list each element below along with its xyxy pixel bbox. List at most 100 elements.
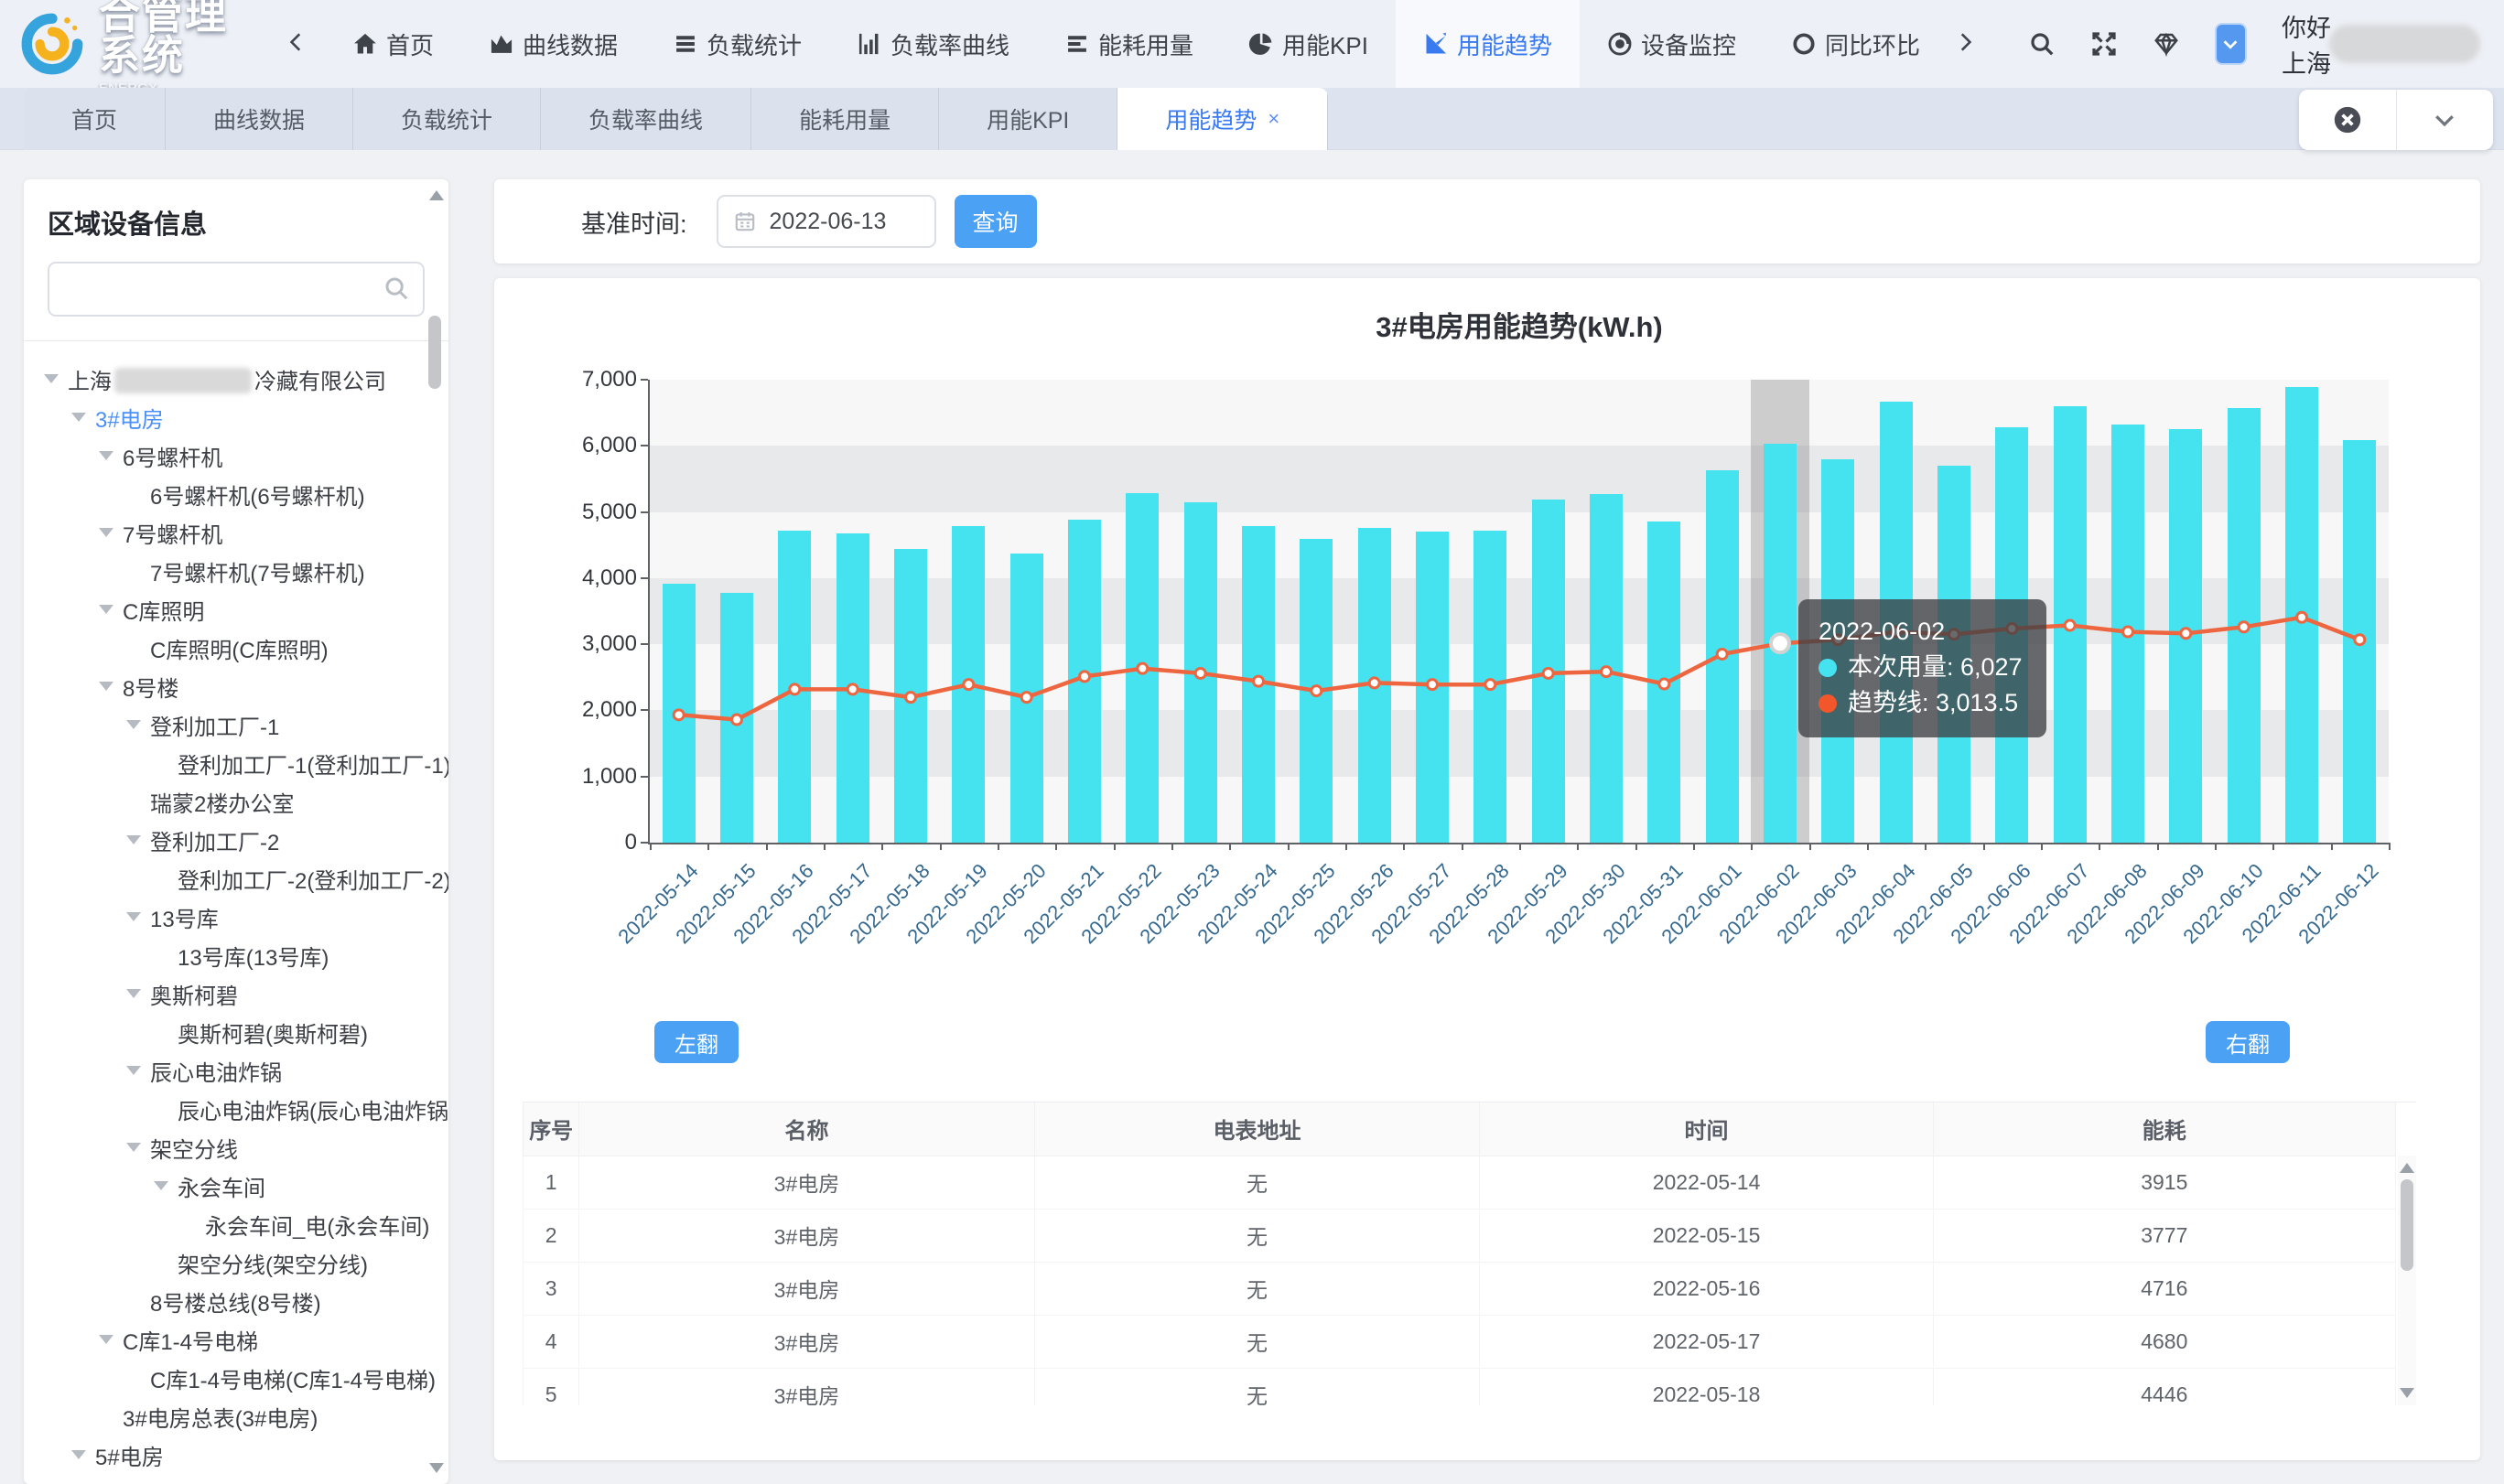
page-right-button[interactable]: 右翻: [2206, 1021, 2290, 1063]
bar-2022-05-17[interactable]: [836, 533, 869, 843]
tree-node-8[interactable]: 8号楼: [31, 667, 448, 705]
bar-2022-06-12[interactable]: [2343, 440, 2376, 843]
caret-down-icon[interactable]: [154, 1181, 168, 1190]
tree-node-28[interactable]: 5#电房: [31, 1436, 448, 1474]
query-button[interactable]: 查询: [955, 195, 1037, 248]
caret-down-icon[interactable]: [99, 528, 113, 537]
tree-node-4[interactable]: 7号螺杆机: [31, 513, 448, 552]
caret-down-icon[interactable]: [126, 989, 141, 998]
bar-2022-05-29[interactable]: [1532, 500, 1565, 843]
tree-node-26[interactable]: C库1-4号电梯(C库1-4号电梯): [31, 1359, 448, 1397]
nav-item-1[interactable]: 曲线数据: [461, 0, 645, 88]
bar-2022-05-21[interactable]: [1068, 520, 1101, 843]
scroll-up-icon[interactable]: [429, 190, 444, 200]
tree-node-12[interactable]: 登利加工厂-2: [31, 821, 448, 859]
tab-4[interactable]: 能耗用量: [751, 88, 939, 150]
user-dropdown-button[interactable]: [2215, 23, 2247, 65]
nav-item-2[interactable]: 负载统计: [645, 0, 829, 88]
tree-node-11[interactable]: 瑞蒙2楼办公室: [31, 782, 448, 821]
search-icon[interactable]: [2028, 30, 2056, 58]
caret-down-icon[interactable]: [44, 374, 59, 383]
bar-2022-05-27[interactable]: [1416, 532, 1449, 843]
tree-node-15[interactable]: 13号库(13号库): [31, 936, 448, 974]
bar-2022-05-20[interactable]: [1010, 554, 1043, 843]
tree-node-13[interactable]: 登利加工厂-2(登利加工厂-2): [31, 859, 448, 898]
tree-node-22[interactable]: 永会车间_电(永会车间): [31, 1205, 448, 1243]
scrollbar-thumb[interactable]: [428, 316, 441, 389]
bar-2022-05-14[interactable]: [663, 584, 696, 843]
bar-2022-06-07[interactable]: [2054, 406, 2087, 843]
base-date-input[interactable]: 2022-06-13: [717, 195, 936, 248]
nav-item-7[interactable]: 设备监控: [1580, 0, 1764, 88]
caret-down-icon[interactable]: [126, 720, 141, 729]
caret-down-icon[interactable]: [71, 413, 86, 422]
tab-0[interactable]: 首页: [24, 88, 166, 150]
scroll-down-icon[interactable]: [429, 1463, 444, 1473]
tree-node-27[interactable]: 3#电房总表(3#电房): [31, 1397, 448, 1436]
caret-down-icon[interactable]: [126, 912, 141, 921]
bar-2022-05-24[interactable]: [1242, 526, 1275, 843]
tree-node-3[interactable]: 6号螺杆机(6号螺杆机): [31, 475, 448, 513]
tree-node-23[interactable]: 架空分线(架空分线): [31, 1243, 448, 1282]
tab-2[interactable]: 负载统计: [353, 88, 541, 150]
bar-2022-06-02[interactable]: [1764, 444, 1797, 843]
tree-node-7[interactable]: C库照明(C库照明): [31, 629, 448, 667]
nav-scroll-right-icon[interactable]: [1953, 30, 1977, 59]
tree-node-14[interactable]: 13号库: [31, 898, 448, 936]
table-scrollbar[interactable]: [2398, 1156, 2416, 1405]
gem-icon[interactable]: [2153, 30, 2180, 58]
tree-node-6[interactable]: C库照明: [31, 590, 448, 629]
caret-down-icon[interactable]: [99, 682, 113, 691]
bar-2022-05-18[interactable]: [894, 549, 927, 843]
bar-2022-05-25[interactable]: [1300, 539, 1333, 843]
bar-2022-05-31[interactable]: [1647, 522, 1680, 843]
caret-down-icon[interactable]: [71, 1450, 86, 1459]
fullscreen-icon[interactable]: [2090, 30, 2118, 58]
magnifier-icon[interactable]: [383, 274, 410, 306]
caret-down-icon[interactable]: [99, 605, 113, 614]
nav-scroll-left-icon[interactable]: [285, 30, 308, 59]
scroll-up-icon[interactable]: [2400, 1163, 2414, 1173]
bar-2022-06-01[interactable]: [1706, 470, 1739, 843]
bar-2022-05-28[interactable]: [1473, 531, 1506, 843]
tab-3[interactable]: 负载率曲线: [541, 88, 751, 150]
caret-down-icon[interactable]: [126, 835, 141, 844]
bar-2022-06-09[interactable]: [2169, 429, 2202, 843]
bar-2022-06-10[interactable]: [2228, 408, 2261, 843]
caret-down-icon[interactable]: [99, 1335, 113, 1344]
caret-down-icon[interactable]: [126, 1143, 141, 1152]
nav-item-3[interactable]: 负载率曲线: [829, 0, 1037, 88]
tab-5[interactable]: 用能KPI: [939, 88, 1117, 150]
tree-node-17[interactable]: 奥斯柯碧(奥斯柯碧): [31, 1013, 448, 1051]
tree-node-0[interactable]: 上海冷藏有限公司: [31, 360, 448, 398]
tree-node-9[interactable]: 登利加工厂-1: [31, 705, 448, 744]
tree-node-19[interactable]: 辰心电油炸锅(辰心电油炸锅): [31, 1090, 448, 1128]
tree-node-25[interactable]: C库1-4号电梯: [31, 1320, 448, 1359]
tab-1[interactable]: 曲线数据: [166, 88, 353, 150]
tree-node-16[interactable]: 奥斯柯碧: [31, 974, 448, 1013]
bar-2022-05-30[interactable]: [1590, 494, 1623, 843]
tree-node-10[interactable]: 登利加工厂-1(登利加工厂-1): [31, 744, 448, 782]
tree-node-29[interactable]: 码头总线: [31, 1474, 448, 1484]
tree-node-24[interactable]: 8号楼总线(8号楼): [31, 1282, 448, 1320]
bar-2022-05-16[interactable]: [778, 531, 811, 843]
bar-2022-05-22[interactable]: [1126, 493, 1159, 843]
tab-menu-chevron-icon[interactable]: [2397, 90, 2494, 150]
bar-2022-05-26[interactable]: [1358, 528, 1391, 843]
bar-2022-06-11[interactable]: [2285, 387, 2318, 843]
sidebar-scrollbar[interactable]: [426, 183, 447, 1480]
caret-down-icon[interactable]: [99, 451, 113, 460]
scroll-down-icon[interactable]: [2400, 1388, 2414, 1398]
close-all-tabs-icon[interactable]: [2299, 90, 2397, 150]
bar-2022-05-15[interactable]: [720, 593, 753, 843]
bar-2022-06-08[interactable]: [2111, 425, 2144, 843]
tree-node-1[interactable]: 3#电房: [31, 398, 448, 436]
tab-close-icon[interactable]: ×: [1268, 107, 1279, 131]
nav-item-5[interactable]: 用能KPI: [1221, 0, 1396, 88]
bar-2022-05-23[interactable]: [1184, 502, 1217, 843]
tab-6[interactable]: 用能趋势×: [1117, 88, 1328, 150]
nav-item-4[interactable]: 能耗用量: [1037, 0, 1221, 88]
bar-2022-05-19[interactable]: [952, 526, 985, 843]
tree-node-2[interactable]: 6号螺杆机: [31, 436, 448, 475]
tree-search-input[interactable]: [48, 262, 425, 317]
